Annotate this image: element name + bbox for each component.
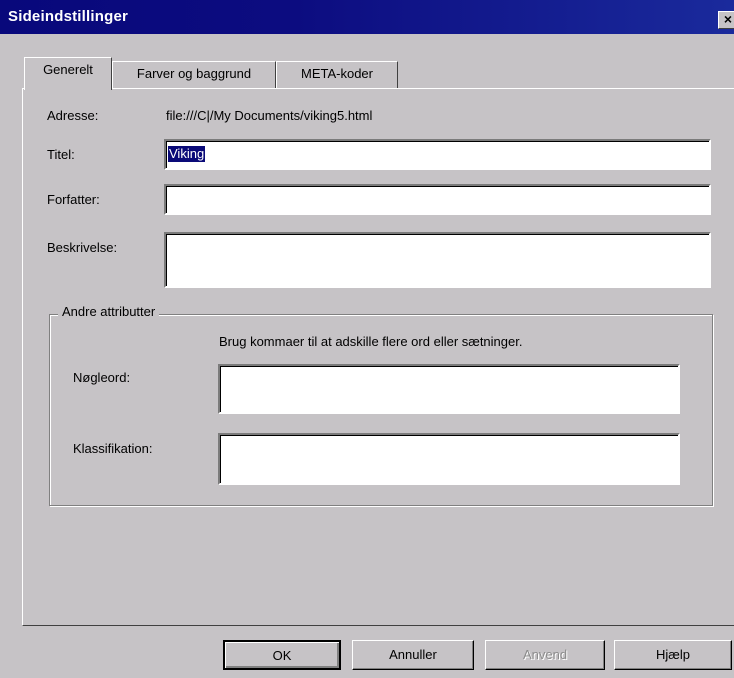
keywords-field[interactable]	[218, 364, 680, 414]
tab-meta-koder[interactable]: META-koder	[276, 61, 398, 88]
classification-label: Klassifikation:	[73, 441, 153, 456]
title-field[interactable]: Viking	[164, 139, 711, 170]
description-label: Beskrivelse:	[47, 240, 118, 255]
dialog-title: Sideindstillinger	[8, 8, 129, 25]
address-value: file:///C|/My Documents/viking5.html	[166, 108, 373, 123]
author-field[interactable]	[164, 184, 711, 215]
classification-field[interactable]	[218, 433, 680, 485]
page-properties-dialog: Sideindstillinger × Generelt Farver og b…	[0, 0, 734, 678]
other-attributes-legend: Andre attributter	[58, 304, 160, 319]
cancel-button[interactable]: Annuller	[352, 640, 474, 670]
keywords-hint: Brug kommaer til at adskille flere ord e…	[219, 334, 523, 349]
tab-generelt[interactable]: Generelt	[24, 57, 112, 90]
title-bar[interactable]: Sideindstillinger ×	[0, 0, 734, 34]
help-button[interactable]: Hjælp	[614, 640, 732, 670]
close-icon[interactable]: ×	[718, 11, 734, 29]
ok-button[interactable]: OK	[223, 640, 341, 670]
apply-button[interactable]: Anvend	[485, 640, 605, 670]
tab-farver-og-baggrund[interactable]: Farver og baggrund	[112, 61, 276, 88]
title-field-value: Viking	[168, 146, 206, 162]
author-label: Forfatter:	[47, 192, 100, 207]
address-label: Adresse:	[47, 108, 99, 123]
description-field[interactable]	[164, 232, 711, 288]
title-label: Titel:	[47, 147, 75, 162]
keywords-label: Nøgleord:	[73, 370, 131, 385]
